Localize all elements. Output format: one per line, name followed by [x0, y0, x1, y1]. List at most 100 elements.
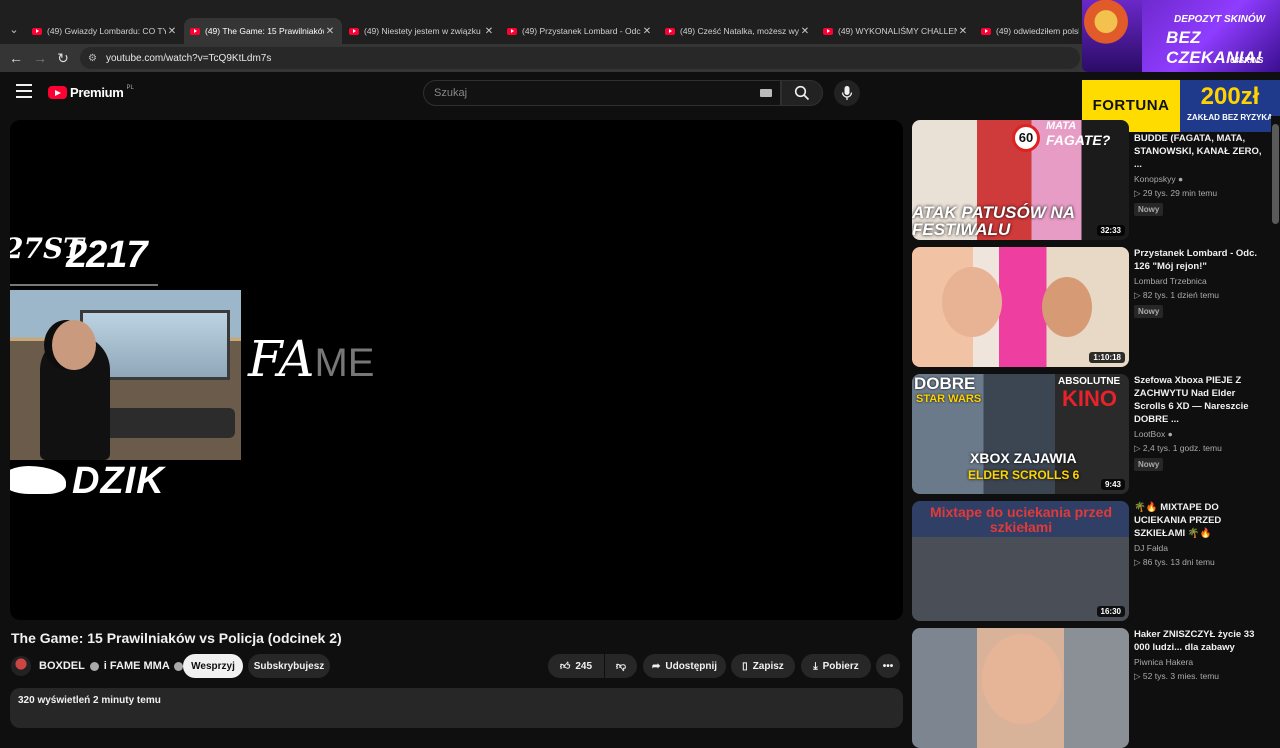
recommendation-title[interactable]: Szefowa Xboxa PIEJE Z ZACHWYTU Nad Elder…: [1134, 374, 1262, 426]
reload-icon[interactable]: ↻: [53, 48, 73, 68]
recommendation-item[interactable]: Mixtape do uciekania przed szkiełami 16:…: [912, 501, 1272, 621]
tab-title: (49) Niestety jestem w związku: [364, 26, 481, 36]
close-tab-icon[interactable]: ✕: [166, 26, 178, 37]
browser-tab[interactable]: (49) Gwiazdy Lombardu: CO TY ✕: [26, 18, 184, 44]
download-icon: ⤓: [813, 660, 818, 672]
browser-tab-active[interactable]: (49) The Game: 15 Prawilniaków ✕: [184, 18, 342, 44]
page-scrollbar[interactable]: [1271, 116, 1280, 720]
recommendation-channel[interactable]: DJ Fałda: [1134, 543, 1262, 553]
keyboard-icon[interactable]: [760, 89, 772, 97]
tab-title: (49) odwiedziłem polskie: [996, 26, 1079, 36]
recommendation-thumbnail[interactable]: DOBRE STAR WARS ABSOLUTNE KINO XBOX ZAJA…: [912, 374, 1129, 494]
views: 2,4 tys.: [1142, 443, 1171, 453]
channel-row: BOXDEL i FAME MMA: [11, 654, 185, 678]
bookmark-icon: ▯: [742, 660, 748, 672]
video-duration: 9:43: [1100, 479, 1125, 490]
tab-title: (49) Gwiazdy Lombardu: CO TY: [47, 26, 166, 36]
youtube-premium-logo[interactable]: Premium PL: [48, 85, 134, 100]
recommendation-title[interactable]: Haker ZNISZCZYŁ życie 33 000 ludzi... dl…: [1134, 628, 1262, 654]
video-duration: 1:10:18: [1089, 352, 1125, 363]
new-badge: Nowy: [1134, 305, 1164, 318]
description-box[interactable]: 320 wyświetleń 2 minuty temu: [10, 688, 903, 728]
voice-search-button[interactable]: [834, 80, 860, 106]
boar-icon: [10, 466, 66, 494]
video-title: The Game: 15 Prawilniaków vs Policja (od…: [11, 630, 342, 646]
fame-italic: FA: [248, 330, 315, 388]
recommendation-thumbnail[interactable]: [912, 628, 1129, 748]
address-bar[interactable]: ⚙ youtube.com/watch?v=TcQ9KtLdm7s: [80, 47, 1080, 69]
close-tab-icon[interactable]: ✕: [483, 26, 495, 37]
thumb-person-1: [942, 267, 1002, 337]
close-tab-icon[interactable]: ✕: [641, 26, 653, 37]
recommendation-title[interactable]: 🌴🔥 MIXTAPE DO UCIEKANIA PRZED SZKIEŁAMI …: [1134, 501, 1262, 540]
play-icon: ▷: [1134, 290, 1141, 300]
close-tab-icon[interactable]: ✕: [324, 26, 336, 37]
back-arrow-icon[interactable]: ←: [6, 48, 26, 68]
like-button[interactable]: 👍︎ 245: [548, 654, 604, 678]
tab-title: (49) Cześć Natalka, możesz wyj: [680, 26, 799, 36]
youtube-favicon-icon: [349, 27, 359, 35]
views: 82 tys.: [1142, 290, 1168, 300]
site-info-icon[interactable]: ⚙: [88, 53, 100, 64]
browser-tab[interactable]: (49) Przystanek Lombard - Odc ✕: [501, 18, 659, 44]
recommendation-channel[interactable]: Lombard Trzebnica: [1134, 276, 1262, 286]
recommendation-item[interactable]: 1:10:18 Przystanek Lombard - Odc. 126 "M…: [912, 247, 1272, 367]
recommendation-meta: ▷ 52 tys. 3 mies. temu: [1134, 671, 1262, 682]
microphone-icon: [841, 86, 853, 100]
recommendation-info: Szefowa Xboxa PIEJE Z ZACHWYTU Nad Elder…: [1134, 374, 1262, 472]
menu-icon[interactable]: [16, 84, 32, 98]
age: 1 dzień temu: [1170, 290, 1220, 300]
more-icon: •••: [882, 660, 894, 672]
dislike-button[interactable]: 👎︎: [605, 654, 637, 678]
subscribed-button[interactable]: Subskrybujesz: [248, 654, 330, 678]
recommendation-item[interactable]: DOBRE STAR WARS ABSOLUTNE KINO XBOX ZAJA…: [912, 374, 1272, 494]
fortuna-amount: 200zł: [1200, 83, 1260, 110]
view-stats: 320 wyświetleń 2 minuty temu: [18, 695, 161, 706]
play-icon: ▷: [1134, 188, 1141, 198]
search-button[interactable]: [781, 80, 823, 106]
forward-arrow-icon[interactable]: →: [30, 48, 50, 68]
recommendation-item[interactable]: Haker ZNISZCZYŁ życie 33 000 ludzi... dl…: [912, 628, 1272, 748]
search-input[interactable]: Szukaj: [423, 80, 781, 106]
thumbs-up-icon: 👍︎: [559, 661, 571, 672]
tab-search-chevron-icon[interactable]: ⌄: [4, 20, 24, 40]
video-player[interactable]: 27ST 2217 DZIK FAME: [10, 120, 903, 620]
recommendation-thumbnail[interactable]: Mixtape do uciekania przed szkiełami 16:…: [912, 501, 1129, 621]
channel-name-2[interactable]: FAME MMA: [110, 660, 169, 672]
browser-tab[interactable]: (49) odwiedziłem polskie: [975, 18, 1085, 44]
close-tab-icon[interactable]: ✕: [799, 26, 811, 37]
recommendation-channel[interactable]: Piwnica Hakera: [1134, 657, 1262, 667]
thumb-bottom-2: ELDER SCROLLS 6: [968, 468, 1080, 482]
close-tab-icon[interactable]: ✕: [957, 26, 969, 37]
thumb-left-1: DOBRE: [914, 374, 976, 393]
youtube-favicon-icon: [823, 27, 833, 35]
support-button[interactable]: Wesprzyj: [183, 654, 243, 678]
more-actions-button[interactable]: •••: [876, 654, 900, 678]
recommendation-thumbnail[interactable]: 1:10:18: [912, 247, 1129, 367]
browser-tab[interactable]: (49) Niestety jestem w związku ✕: [343, 18, 501, 44]
share-button[interactable]: ➦ Udostępnij: [643, 654, 726, 678]
video-duration: 32:33: [1096, 225, 1125, 236]
age: 1 godz. temu: [1172, 443, 1222, 453]
recommendation-title[interactable]: Przystanek Lombard - Odc. 126 "Mój rejon…: [1134, 247, 1262, 273]
channel-names[interactable]: BOXDEL i FAME MMA: [39, 660, 185, 672]
play-icon: ▷: [1134, 671, 1141, 681]
recommendation-channel[interactable]: LootBox ●: [1134, 429, 1262, 439]
recommendation-title[interactable]: BUDDE (FAGATA, MATA, STANOWSKI, KANAŁ ZE…: [1134, 132, 1262, 171]
scrollbar-thumb[interactable]: [1272, 124, 1279, 224]
video-duration: 16:30: [1096, 606, 1125, 617]
channel-avatar[interactable]: [11, 656, 31, 676]
youtube-favicon-icon: [32, 27, 42, 35]
recommendation-item[interactable]: 60 MATA FAGATE? ATAK PATUSÓW NA FESTIWAL…: [912, 120, 1272, 240]
browser-tab[interactable]: (49) Cześć Natalka, możesz wyj ✕: [659, 18, 817, 44]
skins-ad-banner[interactable]: DEPOZYT SKINÓW BEZ CZEKANIA! 64SKINS: [1082, 0, 1280, 72]
webcam-feed: [10, 290, 241, 460]
youtube-favicon-icon: [665, 27, 675, 35]
recommendation-thumbnail[interactable]: 60 MATA FAGATE? ATAK PATUSÓW NA FESTIWAL…: [912, 120, 1129, 240]
recommendation-channel[interactable]: Konopskyy ●: [1134, 174, 1262, 184]
browser-tab[interactable]: (49) WYKONALIŚMY CHALLENG ✕: [817, 18, 975, 44]
tab-title: (49) WYKONALIŚMY CHALLENG: [838, 26, 957, 36]
save-button[interactable]: ▯ Zapisz: [731, 654, 795, 678]
download-button[interactable]: ⤓ Pobierz: [801, 654, 871, 678]
channel-name[interactable]: BOXDEL: [39, 660, 85, 672]
